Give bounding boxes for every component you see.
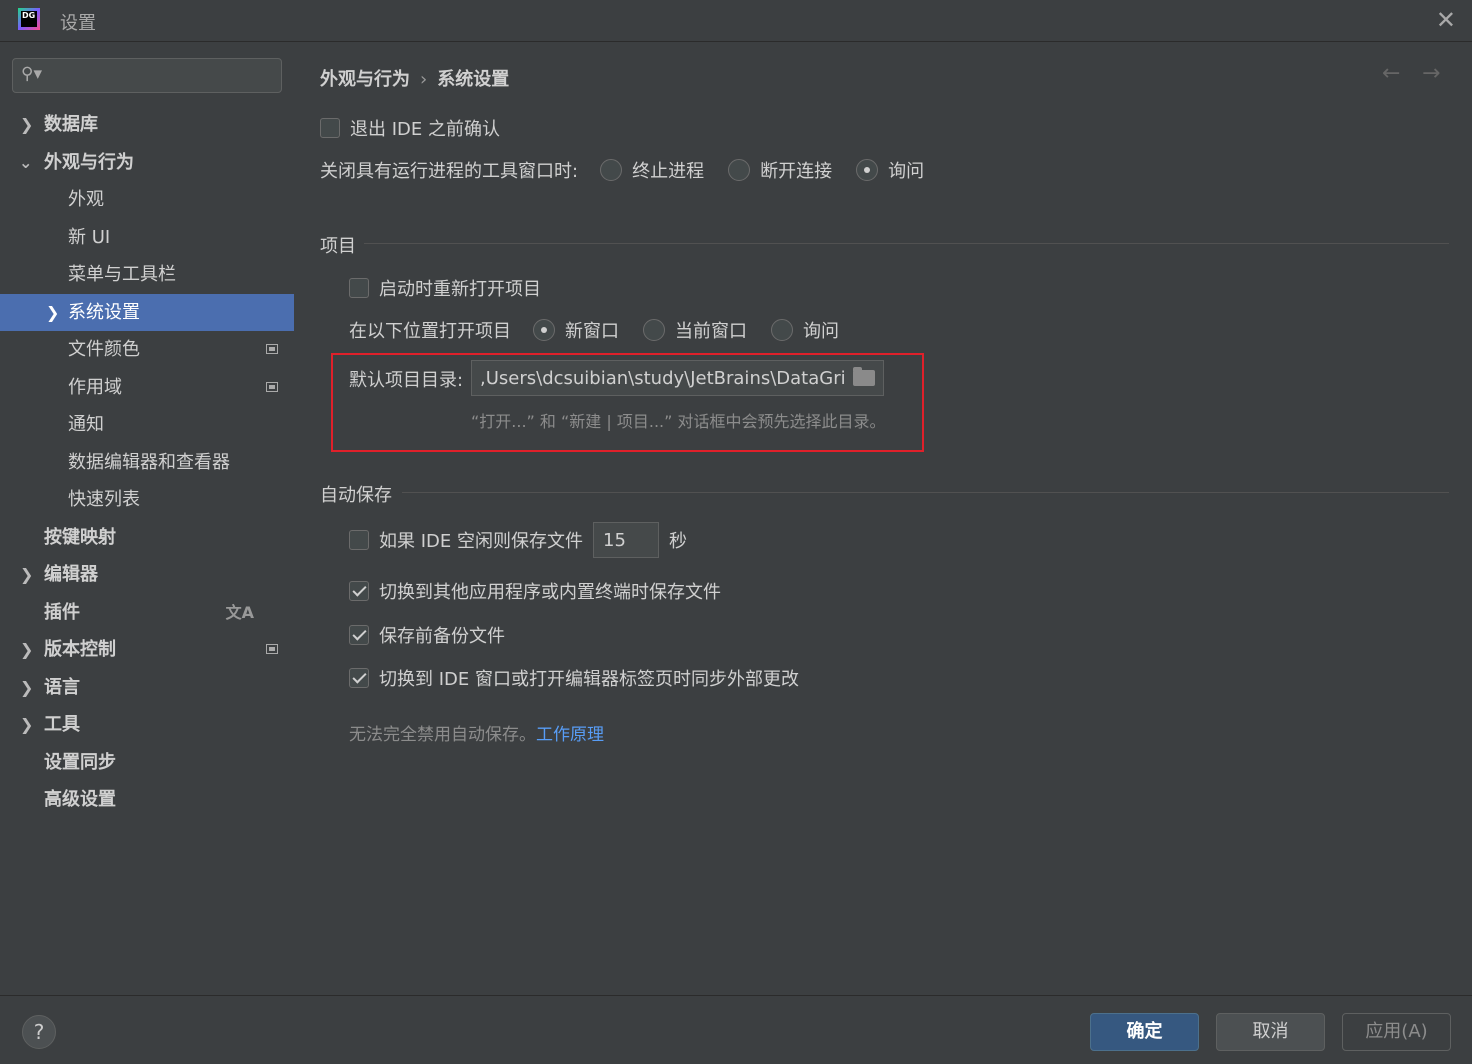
autosave-note: 无法完全禁用自动保存。工作原理 bbox=[349, 725, 604, 745]
project-level-icon bbox=[266, 382, 278, 392]
sidebar-item-editor[interactable]: ❯ 编辑器 bbox=[0, 556, 294, 593]
sidebar-item-appearance[interactable]: 外观 bbox=[0, 181, 294, 218]
settings-sidebar: ⚲▾ ❯ 数据库 ⌄ 外观与行为 外观 新 UI 菜单与工具栏 ❯ 系统设置 文… bbox=[0, 43, 294, 995]
radio-ask[interactable]: 询问 bbox=[856, 157, 924, 183]
sync-external-checkbox[interactable]: 切换到 IDE 窗口或打开编辑器标签页时同步外部更改 bbox=[349, 665, 799, 691]
chevron-right-icon: ❯ bbox=[20, 115, 34, 134]
default-dir-field[interactable] bbox=[471, 360, 884, 396]
sidebar-item-system-settings[interactable]: ❯ 系统设置 bbox=[0, 294, 294, 331]
sidebar-item-quick-lists[interactable]: 快速列表 bbox=[0, 481, 294, 518]
radio-disconnect[interactable]: 断开连接 bbox=[728, 157, 832, 183]
divider bbox=[364, 243, 1449, 244]
confirm-exit-checkbox[interactable]: 退出 IDE 之前确认 bbox=[320, 115, 500, 141]
backup-checkbox[interactable]: 保存前备份文件 bbox=[349, 622, 505, 648]
search-input[interactable] bbox=[53, 64, 273, 88]
sidebar-item-menus-toolbars[interactable]: 菜单与工具栏 bbox=[0, 256, 294, 293]
search-icon: ⚲▾ bbox=[21, 64, 42, 84]
sidebar-item-data-editor[interactable]: 数据编辑器和查看器 bbox=[0, 444, 294, 481]
apply-button[interactable]: 应用(A) bbox=[1342, 1013, 1451, 1051]
close-icon[interactable]: ✕ bbox=[1436, 6, 1456, 34]
window-title: 设置 bbox=[60, 13, 96, 34]
chevron-right-icon: ❯ bbox=[46, 303, 60, 322]
sidebar-item-scopes[interactable]: 作用域 bbox=[0, 369, 294, 406]
radio-new-window[interactable]: 新窗口 bbox=[533, 317, 619, 343]
chevron-right-icon: ❯ bbox=[20, 715, 34, 734]
datagrip-logo-icon: DG bbox=[18, 8, 40, 30]
settings-search[interactable]: ⚲▾ bbox=[12, 58, 282, 93]
sidebar-item-file-colors[interactable]: 文件颜色 bbox=[0, 331, 294, 368]
breadcrumb-separator: › bbox=[420, 69, 428, 90]
back-arrow-icon[interactable]: ← bbox=[1382, 61, 1400, 86]
cancel-button[interactable]: 取消 bbox=[1216, 1013, 1325, 1051]
default-dir-input[interactable] bbox=[480, 365, 845, 391]
idle-save-row: 如果 IDE 空闲则保存文件 秒 bbox=[349, 522, 687, 558]
sidebar-item-notifications[interactable]: 通知 bbox=[0, 406, 294, 443]
project-level-icon bbox=[266, 644, 278, 654]
settings-content: 外观与行为 › 系统设置 ← → 退出 IDE 之前确认 关闭具有运行进程的工具窗口… bbox=[294, 43, 1472, 995]
sidebar-item-new-ui[interactable]: 新 UI bbox=[0, 219, 294, 256]
section-title-project: 项目 bbox=[320, 236, 356, 257]
close-tool-window-row: 关闭具有运行进程的工具窗口时: 终止进程 断开连接 询问 bbox=[320, 157, 948, 183]
chevron-right-icon: ❯ bbox=[20, 678, 34, 697]
reopen-projects-checkbox[interactable]: 启动时重新打开项目 bbox=[349, 275, 541, 301]
how-it-works-link[interactable]: 工作原理 bbox=[536, 725, 604, 745]
chevron-down-icon: ⌄ bbox=[19, 153, 33, 172]
breadcrumb-current: 系统设置 bbox=[437, 69, 510, 90]
help-button[interactable]: ? bbox=[22, 1015, 56, 1049]
ok-button[interactable]: 确定 bbox=[1090, 1013, 1199, 1051]
dialog-footer: ? 确定 取消 应用(A) bbox=[0, 995, 1472, 1064]
radio-current-window[interactable]: 当前窗口 bbox=[643, 317, 747, 343]
idle-seconds-input[interactable] bbox=[603, 528, 653, 552]
folder-icon[interactable] bbox=[853, 367, 875, 386]
chevron-right-icon: ❯ bbox=[20, 565, 34, 584]
breadcrumb: 外观与行为 › 系统设置 bbox=[320, 65, 509, 91]
idle-save-checkbox[interactable] bbox=[349, 530, 369, 550]
open-project-location-row: 在以下位置打开项目 新窗口 当前窗口 询问 bbox=[349, 317, 863, 343]
sidebar-item-settings-sync[interactable]: 设置同步 bbox=[0, 744, 294, 781]
sidebar-item-advanced-settings[interactable]: 高级设置 bbox=[0, 781, 294, 818]
divider bbox=[402, 492, 1449, 493]
sidebar-item-database[interactable]: ❯ 数据库 bbox=[0, 106, 294, 143]
default-dir-label: 默认项目目录: bbox=[349, 370, 464, 391]
project-level-icon bbox=[266, 344, 278, 354]
sidebar-item-plugins[interactable]: 插件 文A bbox=[0, 594, 294, 631]
idle-seconds-field[interactable] bbox=[593, 522, 659, 558]
translate-icon: 文A bbox=[225, 603, 254, 622]
forward-arrow-icon[interactable]: → bbox=[1422, 61, 1440, 86]
sidebar-item-version-control[interactable]: ❯ 版本控制 bbox=[0, 631, 294, 668]
sidebar-item-tools[interactable]: ❯ 工具 bbox=[0, 706, 294, 743]
breadcrumb-parent[interactable]: 外观与行为 bbox=[320, 69, 410, 90]
radio-terminate[interactable]: 终止进程 bbox=[600, 157, 704, 183]
default-dir-hint: “打开...” 和 “新建 | 项目...” 对话框中会预先选择此目录。 bbox=[471, 412, 886, 431]
sidebar-item-keymap[interactable]: 按键映射 bbox=[0, 519, 294, 556]
radio-ask-location[interactable]: 询问 bbox=[771, 317, 839, 343]
sidebar-item-languages[interactable]: ❯ 语言 bbox=[0, 669, 294, 706]
section-title-autosave: 自动保存 bbox=[320, 485, 392, 506]
chevron-right-icon: ❯ bbox=[20, 640, 34, 659]
switch-save-checkbox[interactable]: 切换到其他应用程序或内置终端时保存文件 bbox=[349, 578, 721, 604]
checkbox[interactable] bbox=[320, 118, 340, 138]
sidebar-item-appearance-behavior[interactable]: ⌄ 外观与行为 bbox=[0, 144, 294, 181]
title-bar: DG 设置 ✕ bbox=[0, 0, 1472, 42]
